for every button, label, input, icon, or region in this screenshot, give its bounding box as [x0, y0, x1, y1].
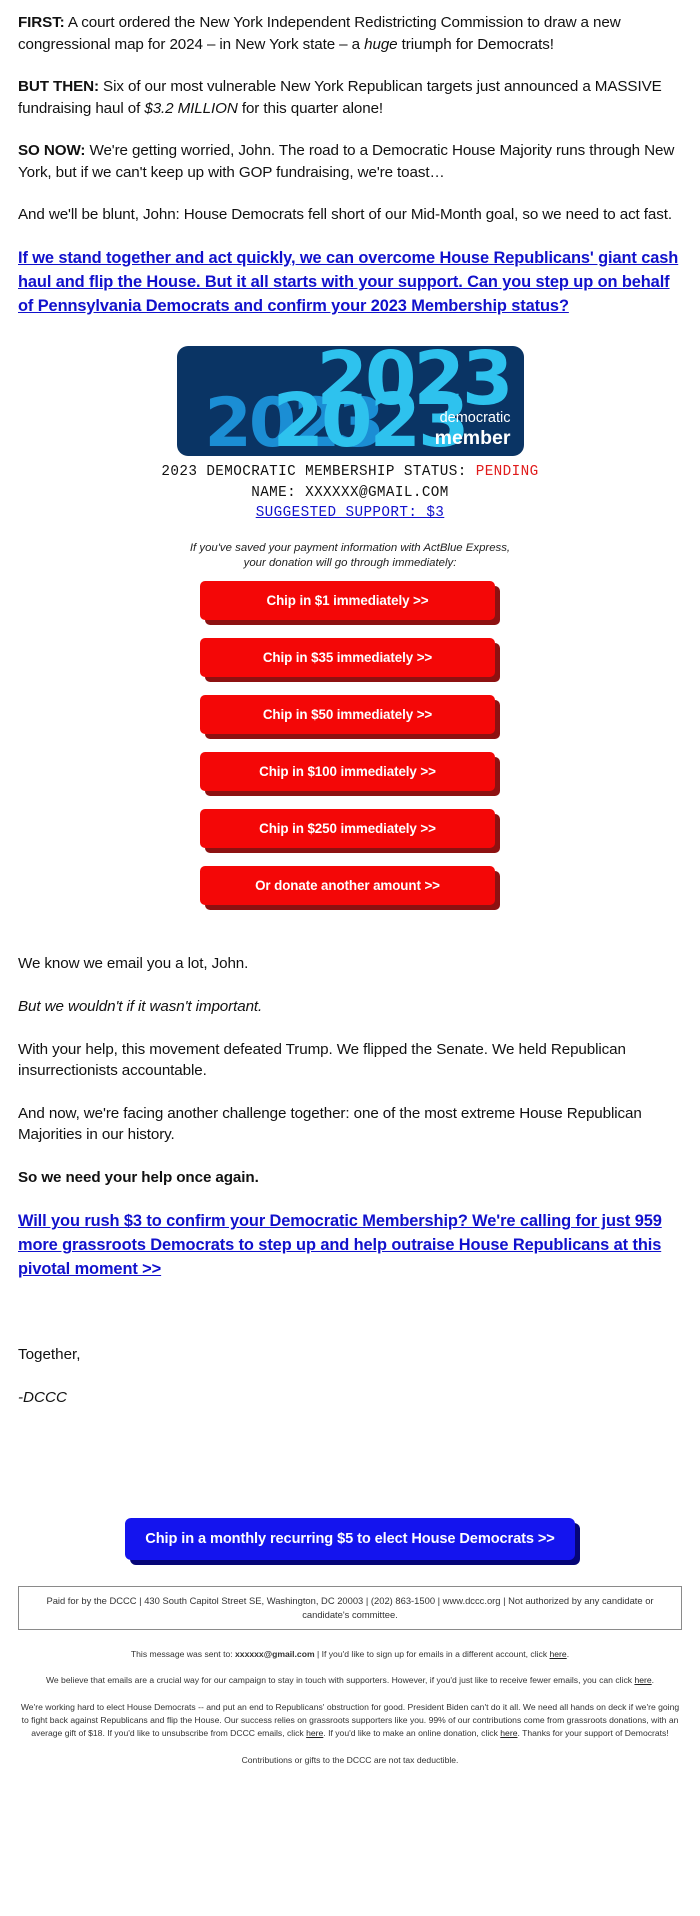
status-line-suggested: SUGGESTED SUPPORT: $3 [0, 503, 700, 523]
paragraph-email-a-lot: We know we email you a lot, John. [18, 955, 249, 973]
donate-button-100[interactable]: Chip in $100 immediately >> [200, 752, 495, 792]
paragraph-italic: $3.2 MILLION [144, 99, 238, 117]
card-label-democratic: democratic [439, 410, 511, 427]
monthly-recurring-button[interactable]: Chip in a monthly recurring $5 to elect … [125, 1517, 575, 1560]
signature-name: -DCCC [18, 1388, 67, 1406]
signature-together: Together, [18, 1345, 81, 1363]
donate-button-other[interactable]: Or donate another amount >> [200, 866, 495, 906]
donate-button-50[interactable]: Chip in $50 immediately >> [200, 695, 495, 735]
long-text-c: . Thanks for your support of Democrats! [517, 1728, 669, 1739]
membership-card-graphic: 2023 2023 2023 democratic member [176, 346, 524, 457]
donation-button-stack: Chip in $1 immediately >> Chip in $35 im… [200, 581, 500, 906]
paragraph-so-now: SO NOW: We're getting worried, John. The… [18, 140, 682, 183]
sent-to-label: This message was sent to: [130, 1648, 236, 1659]
fewer-emails-text: We believe that emails are a crucial way… [45, 1675, 635, 1686]
membership-status-block: 2023 DEMOCRATIC MEMBERSHIP STATUS: PENDI… [0, 462, 700, 523]
email-page: FIRST: A court ordered the New York Inde… [0, 0, 700, 1775]
donate-button-250[interactable]: Chip in $250 immediately >> [200, 809, 495, 849]
unsubscribe-here-link[interactable]: here [306, 1728, 323, 1738]
paragraph-text: And we'll be blunt, John: House Democrat… [18, 206, 672, 224]
paragraph-blunt: And we'll be blunt, John: House Democrat… [18, 204, 682, 226]
paragraph-text-after: for this quarter alone! [237, 99, 384, 117]
paragraph-lead: FIRST: [18, 14, 65, 31]
footer-sent-to: This message was sent to: xxxxxx@gmail.c… [0, 1648, 700, 1661]
card-label-member: member [434, 426, 511, 449]
sent-to-suffix: | If you'd like to sign up for emails in… [314, 1648, 550, 1659]
primary-membership-link[interactable]: If we stand together and act quickly, we… [18, 247, 682, 318]
status-line-name: NAME: XXXXXX@GMAIL.COM [251, 484, 449, 501]
closing-membership-link[interactable]: Will you rush $3 to confirm your Democra… [18, 1210, 682, 1281]
donate-here-link[interactable]: here [500, 1728, 517, 1738]
membership-card-section: 2023 2023 2023 democratic member 2023 DE… [0, 346, 700, 906]
recipient-email: xxxxxx@gmail.com [235, 1648, 315, 1659]
email-body-lower: We know we email you a lot, John. But we… [0, 953, 700, 1405]
sent-to-end: . [566, 1648, 570, 1659]
status-label: 2023 DEMOCRATIC MEMBERSHIP STATUS: [161, 464, 476, 481]
signup-here-link[interactable]: here [550, 1649, 567, 1659]
paid-for-disclaimer: Paid for by the DCCC | 430 South Capitol… [18, 1585, 682, 1630]
paragraph-lead: BUT THEN: [18, 78, 99, 96]
actblue-express-note: If you've saved your payment information… [189, 542, 511, 570]
paragraph-italic: huge [364, 35, 398, 53]
paragraph-text-after: triumph for Democrats! [397, 35, 554, 53]
paragraph-first: FIRST: A court ordered the New York Inde… [18, 12, 682, 55]
footer-tax-note: Contributions or gifts to the DCCC are n… [241, 1754, 459, 1765]
footer-fewer-emails: We believe that emails are a crucial way… [0, 1674, 700, 1687]
fewer-emails-here-link[interactable]: here [634, 1675, 651, 1685]
paragraph-need-help: So we need your help once again. [18, 1168, 259, 1186]
monthly-button-section: Chip in a monthly recurring $5 to elect … [0, 1517, 700, 1560]
paragraph-text: We're getting worried, John. The road to… [18, 142, 675, 181]
status-badge: PENDING [475, 464, 539, 481]
paragraph-but-then: BUT THEN: Six of our most vulnerable New… [18, 76, 682, 119]
paragraph-defeated-trump: With your help, this movement defeated T… [18, 1040, 626, 1080]
donate-button-35[interactable]: Chip in $35 immediately >> [200, 638, 495, 678]
donate-button-1[interactable]: Chip in $1 immediately >> [200, 581, 495, 621]
email-body-top: FIRST: A court ordered the New York Inde… [0, 12, 700, 318]
paragraph-extreme-majority: And now, we're facing another challenge … [18, 1104, 642, 1144]
status-line-status: 2023 DEMOCRATIC MEMBERSHIP STATUS: PENDI… [0, 462, 700, 482]
long-text-b: . If you'd like to make an online donati… [323, 1728, 501, 1739]
paragraph-important: But we wouldn't if it wasn't important. [18, 997, 263, 1015]
footer-long-disclaimer: We're working hard to elect House Democr… [7, 1701, 693, 1741]
card-label-group: democratic member [435, 410, 511, 449]
paragraph-lead: SO NOW: [18, 142, 86, 160]
fewer-emails-end: . [651, 1675, 655, 1686]
suggested-support-link[interactable]: SUGGESTED SUPPORT: $3 [256, 505, 445, 521]
